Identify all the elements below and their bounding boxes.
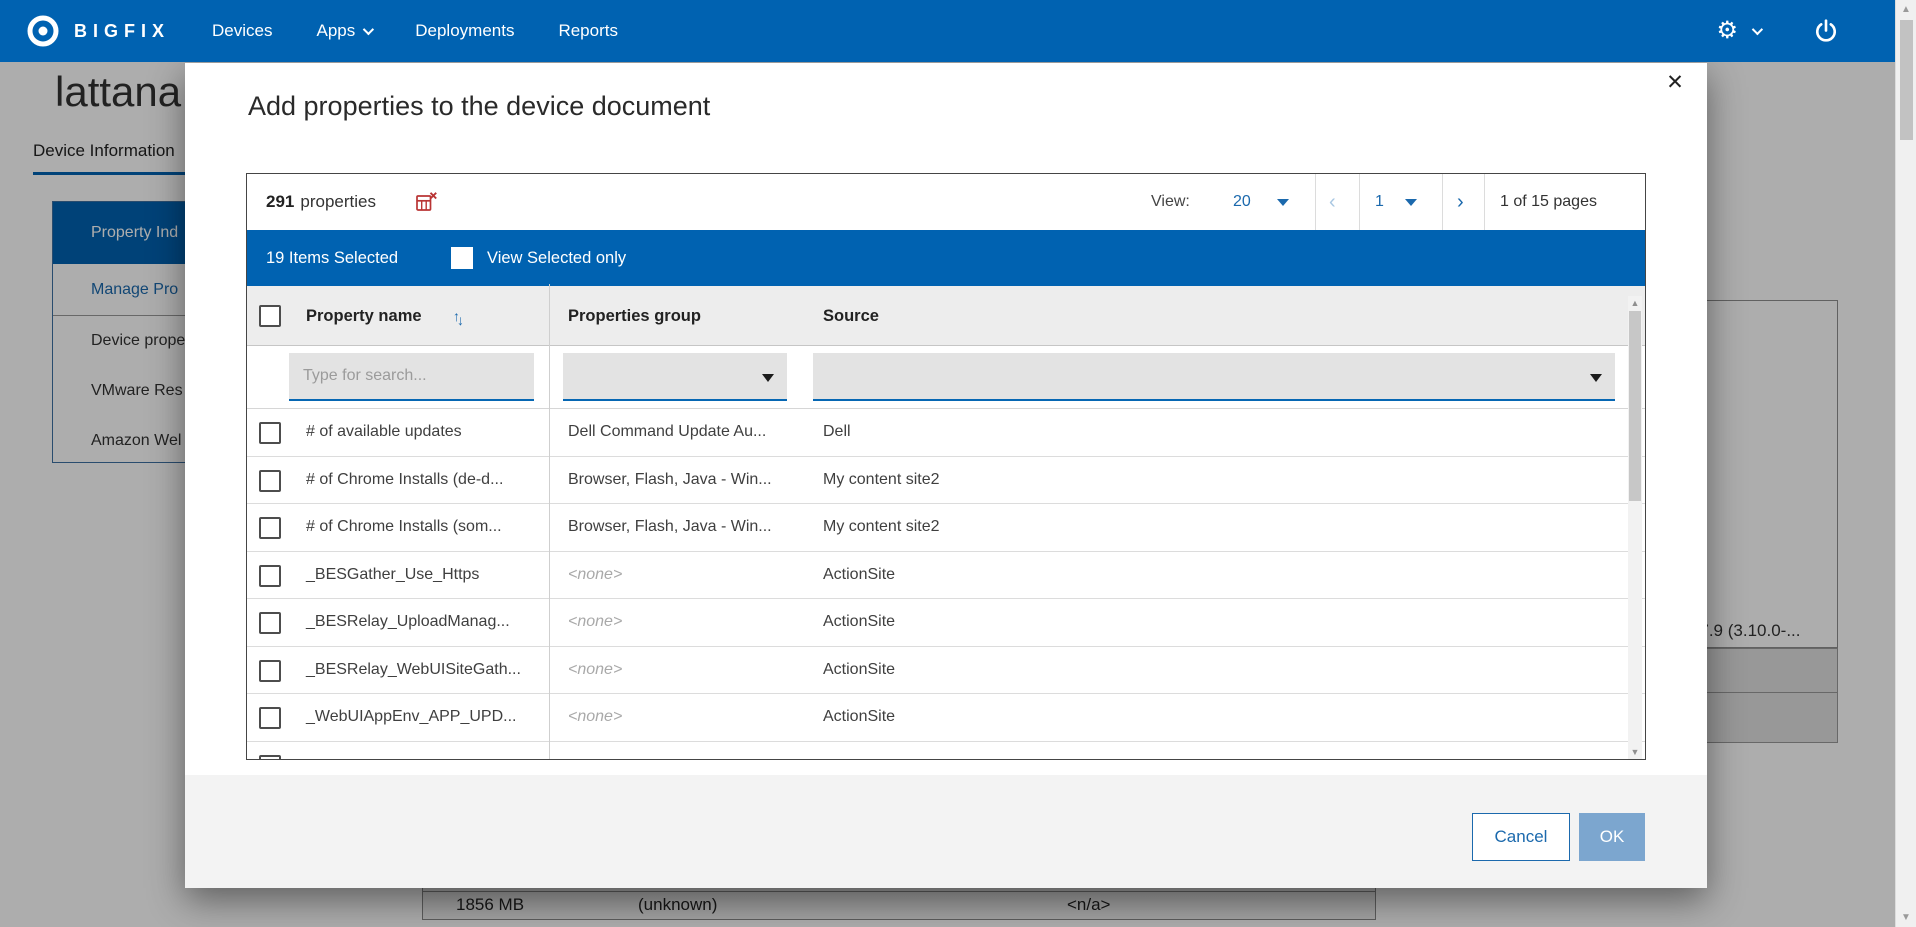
view-selected-only-label: View Selected only bbox=[487, 230, 626, 286]
power-icon[interactable] bbox=[1814, 19, 1838, 43]
scroll-up-icon[interactable]: ▲ bbox=[1628, 298, 1642, 308]
source-cell: Dell bbox=[823, 423, 851, 441]
chevron-down-icon[interactable] bbox=[1752, 24, 1763, 35]
row-checkbox[interactable] bbox=[259, 517, 281, 539]
nav-menu: Devices Apps Deployments Reports bbox=[212, 21, 618, 41]
table-row[interactable]: _BESRelay_WebUISiteGath... <none> Action… bbox=[247, 647, 1645, 695]
chevron-down-icon[interactable] bbox=[1405, 199, 1417, 206]
table-row-partial bbox=[247, 742, 1645, 759]
properties-group-cell: <none> bbox=[568, 661, 622, 679]
nav-item-apps[interactable]: Apps bbox=[316, 21, 371, 41]
brand-text: BIGFIX bbox=[74, 21, 170, 42]
properties-group-cell: Browser, Flash, Java - Win... bbox=[568, 518, 772, 536]
table-row[interactable]: _WebUIAppEnv_APP_UPD... <none> ActionSit… bbox=[247, 694, 1645, 742]
table-scrollbar[interactable]: ▲ ▼ bbox=[1628, 296, 1642, 759]
properties-group-cell: <none> bbox=[568, 708, 622, 726]
properties-group-cell: Browser, Flash, Java - Win... bbox=[568, 471, 772, 489]
items-selected-text: 19 Items Selected bbox=[266, 230, 398, 286]
scroll-down-icon[interactable]: ▼ bbox=[1896, 912, 1916, 923]
property-name-cell: # of Chrome Installs (som... bbox=[306, 518, 502, 536]
divider bbox=[1315, 174, 1316, 230]
top-navbar: BIGFIX Devices Apps Deployments Reports … bbox=[0, 0, 1916, 62]
chevron-down-icon[interactable] bbox=[1277, 199, 1289, 206]
dropdown-caret-icon bbox=[762, 374, 774, 382]
table-row[interactable]: _BESGather_Use_Https <none> ActionSite bbox=[247, 552, 1645, 600]
bigfix-logo-icon[interactable] bbox=[24, 12, 62, 50]
screen: lattana Device Information Property Ind … bbox=[0, 0, 1916, 927]
table-toolbar: 291properties View: 20 ‹ 1 bbox=[247, 174, 1645, 230]
property-name-cell: _WebUIAppEnv_APP_UPD... bbox=[306, 708, 516, 726]
row-checkbox[interactable] bbox=[259, 612, 281, 634]
column-divider bbox=[549, 284, 550, 760]
filter-row bbox=[247, 346, 1645, 409]
modal-footer: Cancel OK bbox=[185, 775, 1707, 888]
scrollbar-thumb[interactable] bbox=[1900, 20, 1913, 140]
table-row[interactable]: # of Chrome Installs (som... Browser, Fl… bbox=[247, 504, 1645, 552]
source-filter-dropdown[interactable] bbox=[813, 353, 1615, 401]
nav-item-devices[interactable]: Devices bbox=[212, 21, 272, 41]
ok-button[interactable]: OK bbox=[1579, 813, 1645, 861]
view-label: View: bbox=[1151, 174, 1190, 230]
table-row[interactable]: # of available updates Dell Command Upda… bbox=[247, 409, 1645, 457]
table-rows: # of available updates Dell Command Upda… bbox=[247, 409, 1645, 742]
properties-count: 291properties bbox=[266, 174, 376, 230]
column-property-name[interactable]: Property name bbox=[306, 286, 422, 346]
table-row[interactable]: # of Chrome Installs (de-d... Browser, F… bbox=[247, 457, 1645, 505]
select-all-checkbox[interactable] bbox=[259, 305, 281, 327]
gear-icon[interactable]: ⚙ bbox=[1716, 19, 1738, 43]
row-checkbox[interactable] bbox=[259, 707, 281, 729]
view-selected-only-checkbox[interactable] bbox=[451, 247, 473, 269]
chevron-down-icon bbox=[363, 24, 374, 35]
source-cell: ActionSite bbox=[823, 613, 895, 631]
cancel-button[interactable]: Cancel bbox=[1472, 813, 1570, 861]
property-name-cell: _BESRelay_UploadManag... bbox=[306, 613, 510, 631]
page-count-text: 1 of 15 pages bbox=[1500, 174, 1597, 230]
source-cell: ActionSite bbox=[823, 661, 895, 679]
scrollbar-thumb[interactable] bbox=[1629, 311, 1641, 501]
property-name-cell: _BESRelay_WebUISiteGath... bbox=[306, 661, 521, 679]
view-page-size[interactable]: 20 bbox=[1233, 174, 1251, 230]
scroll-up-icon[interactable]: ▲ bbox=[1896, 4, 1916, 15]
selection-bar: 19 Items Selected View Selected only bbox=[247, 230, 1645, 286]
properties-table: 291properties View: 20 ‹ 1 bbox=[246, 173, 1646, 760]
property-name-cell: _BESGather_Use_Https bbox=[306, 566, 479, 584]
dropdown-caret-icon bbox=[1590, 374, 1602, 382]
divider bbox=[1359, 174, 1360, 230]
column-properties-group[interactable]: Properties group bbox=[568, 286, 701, 346]
source-cell: My content site2 bbox=[823, 518, 940, 536]
browser-scrollbar[interactable]: ▲ ▼ bbox=[1895, 0, 1916, 927]
prev-page-button[interactable]: ‹ bbox=[1329, 174, 1336, 230]
row-checkbox[interactable] bbox=[259, 755, 281, 759]
scroll-down-icon[interactable]: ▼ bbox=[1628, 747, 1642, 757]
close-icon[interactable]: ✕ bbox=[1661, 69, 1689, 97]
source-cell: ActionSite bbox=[823, 708, 895, 726]
row-checkbox[interactable] bbox=[259, 422, 281, 444]
row-checkbox[interactable] bbox=[259, 565, 281, 587]
search-input[interactable] bbox=[289, 353, 534, 401]
table-row[interactable]: _BESRelay_UploadManag... <none> ActionSi… bbox=[247, 599, 1645, 647]
row-checkbox[interactable] bbox=[259, 470, 281, 492]
source-cell: My content site2 bbox=[823, 471, 940, 489]
modal-title: Add properties to the device document bbox=[248, 91, 710, 122]
properties-group-cell: <none> bbox=[568, 566, 622, 584]
next-page-button[interactable]: › bbox=[1457, 174, 1464, 230]
properties-group-cell: <none> bbox=[568, 613, 622, 631]
sort-icon[interactable]: ↑↓ bbox=[453, 286, 461, 346]
nav-item-deployments[interactable]: Deployments bbox=[415, 21, 514, 41]
row-checkbox[interactable] bbox=[259, 660, 281, 682]
group-filter-dropdown[interactable] bbox=[563, 353, 787, 401]
divider bbox=[1484, 174, 1485, 230]
nav-right-controls: ⚙ bbox=[1716, 19, 1838, 43]
column-source[interactable]: Source bbox=[823, 286, 879, 346]
table-header: Property name ↑↓ Properties group Source bbox=[247, 286, 1645, 346]
properties-group-cell: Dell Command Update Au... bbox=[568, 423, 766, 441]
divider bbox=[1442, 174, 1443, 230]
source-cell: ActionSite bbox=[823, 566, 895, 584]
current-page[interactable]: 1 bbox=[1375, 174, 1384, 230]
nav-item-reports[interactable]: Reports bbox=[558, 21, 618, 41]
add-properties-modal: ✕ Add properties to the device document … bbox=[185, 63, 1707, 888]
remove-properties-icon[interactable] bbox=[415, 191, 438, 214]
property-name-cell: # of Chrome Installs (de-d... bbox=[306, 471, 503, 489]
property-name-cell: # of available updates bbox=[306, 423, 462, 441]
